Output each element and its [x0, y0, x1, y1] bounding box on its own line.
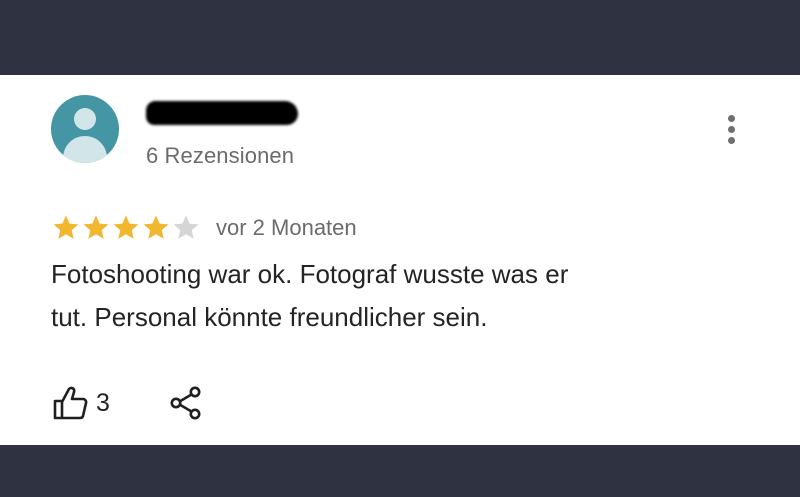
person-icon-head: [74, 108, 96, 130]
avatar[interactable]: [51, 95, 119, 163]
star-rating: [51, 213, 201, 243]
menu-dot: [728, 137, 735, 144]
review-text-line: Fotoshooting war ok. Fotograf wusste was…: [51, 259, 569, 289]
reviews-count: 6 Rezensionen: [146, 143, 295, 168]
reviewer-name[interactable]: [146, 97, 298, 129]
star-filled-icon: [113, 215, 139, 239]
review-text: Fotoshooting war ok. Fotograf wusste was…: [51, 253, 691, 339]
star-filled-icon: [83, 215, 109, 239]
share-button[interactable]: [168, 384, 204, 422]
review-card: 6 Rezensionen vor 2 Monaten Fotoshooting…: [0, 75, 800, 445]
more-vertical-icon[interactable]: [718, 111, 746, 147]
star-empty-icon: [173, 215, 199, 239]
review-actions: 3: [51, 383, 204, 423]
rating-row: vor 2 Monaten: [51, 211, 357, 245]
menu-dot: [728, 115, 735, 122]
review-date: vor 2 Monaten: [216, 215, 357, 240]
menu-dot: [728, 126, 735, 133]
redacted-name-block: [146, 101, 298, 125]
like-count: 3: [96, 388, 110, 417]
share-icon: [168, 384, 204, 422]
thumbs-up-icon: [51, 384, 89, 422]
bottom-bar: [0, 445, 800, 497]
review-text-line: tut. Personal könnte freundlicher sein.: [51, 302, 488, 332]
top-bar: [0, 0, 800, 75]
star-filled-icon: [143, 215, 169, 239]
star-filled-icon: [53, 215, 79, 239]
like-button[interactable]: 3: [51, 384, 110, 422]
person-icon-body: [63, 136, 107, 163]
